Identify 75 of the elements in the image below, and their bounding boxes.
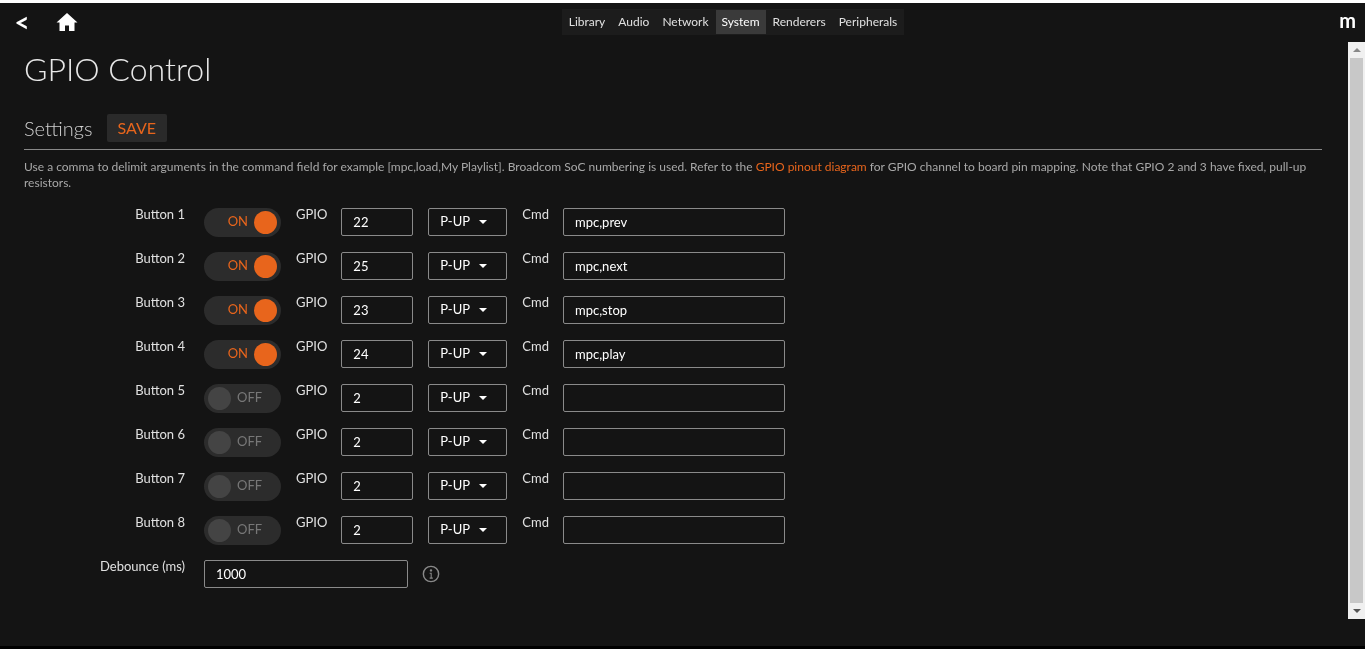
pull-dropdown[interactable]: P-UP	[428, 472, 508, 500]
gpio-input[interactable]: 2	[341, 516, 414, 544]
pinout-link[interactable]: GPIO pinout diagram	[755, 159, 867, 174]
caret-icon	[479, 264, 488, 268]
section-title: Settings	[24, 115, 93, 142]
pull-dropdown[interactable]: P-UP	[428, 384, 508, 412]
gpio-input[interactable]: 23	[341, 296, 414, 324]
toggle-switch[interactable]: ON	[204, 339, 281, 369]
cmd-label: Cmd	[522, 425, 549, 444]
debounce-label: Debounce (ms)	[99, 557, 185, 576]
cmd-label: Cmd	[522, 381, 549, 400]
gpio-label: GPIO	[296, 513, 328, 532]
debounce-input[interactable]: 1000	[204, 560, 408, 588]
gpio-label: GPIO	[296, 337, 328, 356]
nav-tab[interactable]: System	[715, 10, 766, 34]
cmd-input[interactable]	[563, 516, 785, 544]
cmd-input[interactable]: mpc,play	[563, 340, 785, 368]
cmd-input[interactable]	[563, 428, 785, 456]
app-logo[interactable]: m	[1339, 5, 1356, 35]
button-label: Button 5	[134, 381, 185, 400]
scrollbar[interactable]	[1348, 42, 1365, 619]
info-icon[interactable]	[422, 565, 440, 583]
gpio-input[interactable]: 24	[341, 340, 414, 368]
button-label: Button 7	[134, 469, 185, 488]
button-label: Button 6	[134, 425, 185, 444]
gpio-label: GPIO	[296, 293, 328, 312]
scroll-down-icon[interactable]	[1352, 609, 1361, 613]
caret-icon	[479, 352, 488, 356]
cmd-input[interactable]	[563, 384, 785, 412]
caret-icon	[479, 484, 488, 488]
cmd-label: Cmd	[522, 205, 549, 224]
cmd-input[interactable]: mpc,prev	[563, 208, 785, 236]
toggle-switch[interactable]: ON	[204, 295, 281, 325]
back-button[interactable]: <	[12, 9, 32, 35]
gpio-input[interactable]: 22	[341, 208, 414, 236]
gpio-input[interactable]: 2	[341, 384, 414, 412]
gpio-label: GPIO	[296, 425, 328, 444]
pull-dropdown[interactable]: P-UP	[428, 296, 508, 324]
pull-dropdown[interactable]: P-UP	[428, 208, 508, 236]
gpio-label: GPIO	[296, 249, 328, 268]
button-label: Button 1	[134, 205, 185, 224]
button-label: Button 8	[134, 513, 185, 532]
button-label: Button 2	[134, 249, 185, 268]
pull-dropdown[interactable]: P-UP	[428, 516, 508, 544]
scroll-up-icon[interactable]	[1352, 48, 1361, 52]
caret-icon	[479, 220, 488, 224]
caret-icon	[479, 528, 488, 532]
page-title: GPIO Control	[24, 53, 213, 85]
save-button[interactable]: SAVE	[106, 114, 167, 142]
cmd-input[interactable]: mpc,next	[563, 252, 785, 280]
cmd-input[interactable]	[563, 472, 785, 500]
gpio-label: GPIO	[296, 469, 328, 488]
caret-icon	[479, 440, 488, 444]
gpio-input[interactable]: 2	[341, 472, 414, 500]
cmd-label: Cmd	[522, 249, 549, 268]
toggle-switch[interactable]: ON	[204, 251, 281, 281]
cmd-label: Cmd	[522, 513, 549, 532]
cmd-input[interactable]: mpc,stop	[563, 296, 785, 324]
home-icon[interactable]	[54, 10, 80, 34]
gpio-input[interactable]: 25	[341, 252, 414, 280]
cmd-label: Cmd	[522, 293, 549, 312]
gpio-label: GPIO	[296, 381, 328, 400]
pull-dropdown[interactable]: P-UP	[428, 428, 508, 456]
caret-icon	[479, 396, 488, 400]
cmd-label: Cmd	[522, 469, 549, 488]
pull-dropdown[interactable]: P-UP	[428, 340, 508, 368]
button-label: Button 3	[134, 293, 185, 312]
gpio-label: GPIO	[296, 205, 328, 224]
caret-icon	[479, 308, 488, 312]
pull-dropdown[interactable]: P-UP	[428, 252, 508, 280]
button-label: Button 4	[134, 337, 185, 356]
description-text: Use a comma to delimit arguments in the command field for example [mpc,load,My Playlist]. Broadcom SoC numbering is used. Refer to the GPIO pinout diagram for GPIO channel to board pin mapping. Note that GPIO 2 and 3 have fixed, pull-up resistors.	[24, 159, 1308, 191]
gpio-input[interactable]: 2	[341, 428, 414, 456]
toggle-switch[interactable]: ON	[204, 207, 281, 237]
cmd-label: Cmd	[522, 337, 549, 356]
